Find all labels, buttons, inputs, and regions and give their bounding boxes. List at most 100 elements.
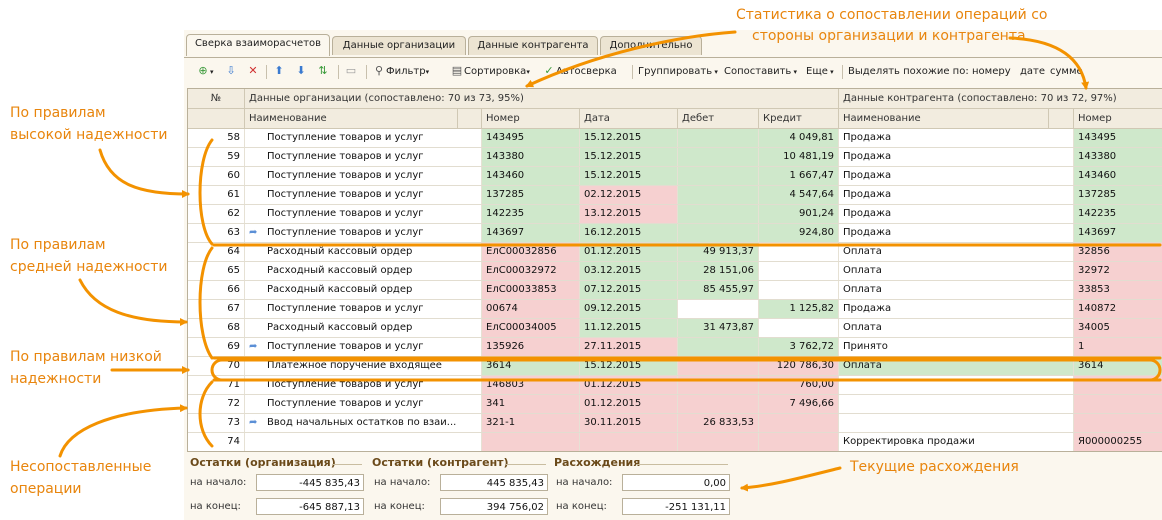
cp-number-cell[interactable]: 32856 [1074, 243, 1162, 261]
credit-cell[interactable]: 1 667,47 [759, 167, 839, 185]
number-cell[interactable]: 137285 [482, 186, 580, 204]
table-row[interactable]: 74 Корректировка продажи Я000000255 [188, 433, 1162, 451]
name-cell[interactable]: Расходный кассовый ордер [245, 281, 482, 299]
add-icon[interactable]: ⊕ ▾ [196, 63, 213, 81]
cp-number-cell[interactable]: 1 [1074, 338, 1162, 356]
number-cell[interactable] [482, 433, 580, 451]
name-cell[interactable]: ➦ Поступление товаров и услуг [245, 224, 482, 242]
column-header-name[interactable]: Наименование [245, 109, 458, 128]
credit-cell[interactable] [759, 281, 839, 299]
cp-name-cell[interactable]: Продажа [839, 129, 1074, 147]
table-row[interactable]: 70 Платежное поручение входящее 3614 15.12.… [188, 357, 1162, 376]
date-cell[interactable]: 13.12.2015 [580, 205, 678, 223]
cp-name-cell[interactable]: Продажа [839, 224, 1074, 242]
date-cell[interactable] [580, 433, 678, 451]
cp-name-cell[interactable]: Оплата [839, 357, 1074, 375]
credit-cell[interactable]: 120 786,30 [759, 357, 839, 375]
credit-cell[interactable]: 3 762,72 [759, 338, 839, 356]
debit-cell[interactable] [678, 224, 759, 242]
table-row[interactable]: 64 Расходный кассовый ордер ЕлС00032856 01.… [188, 243, 1162, 262]
swap-icon[interactable]: ⇅ [316, 63, 330, 81]
cp-number-cell[interactable]: 140872 [1074, 300, 1162, 318]
cp-number-cell[interactable]: 34005 [1074, 319, 1162, 337]
date-cell[interactable]: 03.12.2015 [580, 262, 678, 280]
number-cell[interactable]: 143495 [482, 129, 580, 147]
credit-cell[interactable]: 924,80 [759, 224, 839, 242]
name-cell[interactable]: Поступление товаров и услуг [245, 186, 482, 204]
cp-number-cell[interactable]: 143380 [1074, 148, 1162, 166]
table-row[interactable]: 65 Расходный кассовый ордер ЕлС00032972 03.… [188, 262, 1162, 281]
column-header-debit[interactable]: Дебет [678, 109, 759, 128]
name-cell[interactable]: ➦ Ввод начальных остатков по взаи... [245, 414, 482, 432]
debit-cell[interactable] [678, 338, 759, 356]
debit-cell[interactable] [678, 395, 759, 413]
number-cell[interactable]: 143697 [482, 224, 580, 242]
name-cell[interactable]: Поступление товаров и услуг [245, 300, 482, 318]
credit-cell[interactable] [759, 414, 839, 432]
cp-name-cell[interactable]: Оплата [839, 243, 1074, 261]
number-cell[interactable]: ЕлС00032856 [482, 243, 580, 261]
table-row[interactable]: 58 Поступление товаров и услуг 143495 15.12… [188, 129, 1162, 148]
name-cell[interactable]: Расходный кассовый ордер [245, 319, 482, 337]
filter-button[interactable]: ⚲ Фильтр▾ [372, 63, 429, 81]
name-cell[interactable]: Расходный кассовый ордер [245, 262, 482, 280]
number-cell[interactable]: 00674 [482, 300, 580, 318]
number-cell[interactable]: 135926 [482, 338, 580, 356]
debit-cell[interactable] [678, 376, 759, 394]
column-header-credit[interactable]: Кредит [759, 109, 839, 128]
sort-button[interactable]: ▤ Сортировка▾ [450, 63, 530, 81]
name-cell[interactable] [245, 433, 482, 451]
cp-number-cell[interactable] [1074, 376, 1162, 394]
table-row[interactable]: 71 Поступление товаров и услуг 146803 01.12… [188, 376, 1162, 395]
cp-name-cell[interactable]: Оплата [839, 262, 1074, 280]
date-cell[interactable]: 15.12.2015 [580, 129, 678, 147]
name-cell[interactable]: Поступление товаров и услуг [245, 129, 482, 147]
delete-icon[interactable]: ✕ [246, 63, 260, 81]
table-row[interactable]: 67 Поступление товаров и услуг 00674 09.12.… [188, 300, 1162, 319]
column-header-cp-name[interactable]: Наименование [839, 109, 1049, 128]
date-cell[interactable]: 30.11.2015 [580, 414, 678, 432]
credit-cell[interactable] [759, 433, 839, 451]
table-row[interactable]: 69 ➦ Поступление товаров и услуг 135926 27.1… [188, 338, 1162, 357]
number-cell[interactable]: 321-1 [482, 414, 580, 432]
cp-number-cell[interactable]: 143495 [1074, 129, 1162, 147]
name-cell[interactable]: Платежное поручение входящее [245, 357, 482, 375]
cp-number-cell[interactable]: 143460 [1074, 167, 1162, 185]
date-cell[interactable]: 02.12.2015 [580, 186, 678, 204]
cp-name-cell[interactable]: Продажа [839, 148, 1074, 166]
highlight-by-number[interactable]: номеру [972, 63, 1011, 81]
group-button[interactable]: Группировать ▾ [638, 63, 718, 81]
table-row[interactable]: 66 Расходный кассовый ордер ЕлС00033853 07.… [188, 281, 1162, 300]
table-row[interactable]: 59 Поступление товаров и услуг 143380 15.12… [188, 148, 1162, 167]
cp-name-cell[interactable] [839, 376, 1074, 394]
table-row[interactable]: 73 ➦ Ввод начальных остатков по взаи... 321… [188, 414, 1162, 433]
credit-cell[interactable]: 4 547,64 [759, 186, 839, 204]
cp-number-cell[interactable]: 3614 [1074, 357, 1162, 375]
debit-cell[interactable] [678, 433, 759, 451]
date-cell[interactable]: 27.11.2015 [580, 338, 678, 356]
cp-name-cell[interactable]: Продажа [839, 186, 1074, 204]
number-cell[interactable]: 143380 [482, 148, 580, 166]
cp-name-cell[interactable] [839, 414, 1074, 432]
cp-name-cell[interactable]: Оплата [839, 319, 1074, 337]
date-cell[interactable]: 07.12.2015 [580, 281, 678, 299]
debit-cell[interactable] [678, 186, 759, 204]
credit-cell[interactable]: 760,00 [759, 376, 839, 394]
name-cell[interactable]: Поступление товаров и услуг [245, 395, 482, 413]
debit-cell[interactable]: 26 833,53 [678, 414, 759, 432]
cp-number-cell[interactable] [1074, 414, 1162, 432]
cp-name-cell[interactable]: Продажа [839, 167, 1074, 185]
table-row[interactable]: 61 Поступление товаров и услуг 137285 02.12… [188, 186, 1162, 205]
cp-number-cell[interactable] [1074, 395, 1162, 413]
autoreconcile-button[interactable]: ✓ Автосверка [542, 63, 616, 81]
tab-reconciliation[interactable]: Сверка взаиморасчетов [186, 34, 330, 56]
date-cell[interactable]: 15.12.2015 [580, 148, 678, 166]
cp-name-cell[interactable] [839, 395, 1074, 413]
name-cell[interactable]: Поступление товаров и услуг [245, 205, 482, 223]
number-cell[interactable]: 3614 [482, 357, 580, 375]
credit-cell[interactable]: 10 481,19 [759, 148, 839, 166]
cp-number-cell[interactable]: 32972 [1074, 262, 1162, 280]
cp-number-cell[interactable]: 33853 [1074, 281, 1162, 299]
cp-name-cell[interactable]: Продажа [839, 300, 1074, 318]
date-cell[interactable]: 15.12.2015 [580, 357, 678, 375]
